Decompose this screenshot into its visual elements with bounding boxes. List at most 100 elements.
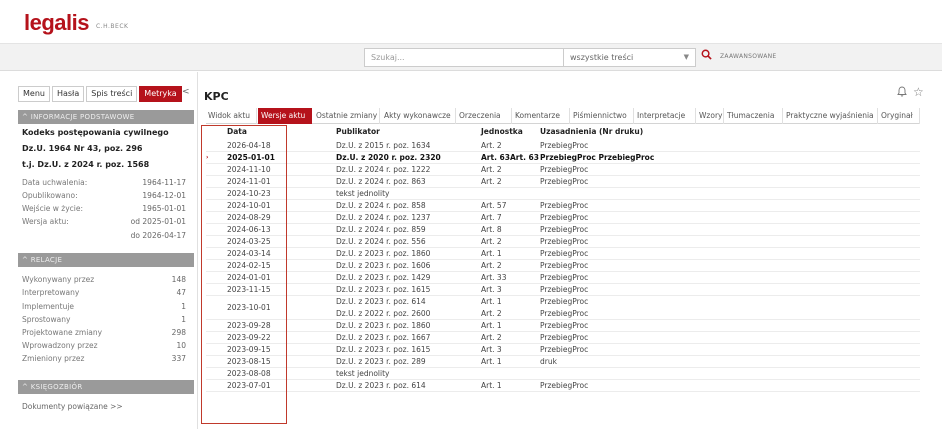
- table-row[interactable]: 2023-07-01 Dz.U. z 2023 r. poz. 614 Art. 1…: [206, 380, 920, 392]
- row-publikator[interactable]: Dz.U. z 2024 r. poz. 1237: [336, 213, 430, 222]
- sidebar-tab-metryka[interactable]: Metryka: [139, 86, 182, 102]
- table-row[interactable]: 2023-08-08 tekst jednolity: [206, 368, 920, 380]
- row-publikator[interactable]: Dz.U. z 2024 r. poz. 859: [336, 225, 426, 234]
- tab-wzory[interactable]: Wzory: [697, 108, 724, 124]
- row-uzasadnienia[interactable]: PrzebiegProc: [540, 285, 588, 294]
- row-uzasadnienia[interactable]: PrzebiegProc: [540, 273, 588, 282]
- table-row[interactable]: 2023-10-01 Dz.U. z 2023 r. poz. 614 Art. 1…: [206, 296, 920, 320]
- row-publikator[interactable]: Dz.U. z 2023 r. poz. 1860: [336, 249, 430, 258]
- row-publikator[interactable]: tekst jednolity: [336, 189, 389, 198]
- table-row[interactable]: › 2025-01-01 Dz.U. z 2020 r. poz. 2320 Art.…: [206, 152, 920, 164]
- table-row[interactable]: 2026-04-18 Dz.U. z 2015 r. poz. 1634 Art. …: [206, 140, 920, 152]
- row-publikator[interactable]: Dz.U. z 2020 r. poz. 2320: [336, 153, 441, 162]
- relation-zmieniony-przez[interactable]: Zmieniony przez 337: [22, 354, 186, 366]
- relation-projektowane-zmiany[interactable]: Projektowane zmiany 298: [22, 328, 186, 340]
- row-uzasadnienia[interactable]: PrzebiegProc: [540, 225, 588, 234]
- tab-widok-aktu[interactable]: Widok aktu: [206, 108, 257, 124]
- tab-pismiennictwo[interactable]: Piśmiennictwo: [571, 108, 634, 124]
- row-publikator[interactable]: Dz.U. z 2024 r. poz. 1222: [336, 165, 430, 174]
- row-publikator[interactable]: tekst jednolity: [336, 369, 389, 378]
- row-uzasadnienia[interactable]: PrzebiegProc: [540, 297, 588, 306]
- row-uzasadnienia[interactable]: PrzebiegProc: [540, 177, 588, 186]
- row-uzasadnienia[interactable]: PrzebiegProc: [540, 381, 588, 390]
- row-uzasadnienia[interactable]: PrzebiegProc: [540, 213, 588, 222]
- table-row[interactable]: 2023-08-15 Dz.U. z 2023 r. poz. 289 Art. 1…: [206, 356, 920, 368]
- table-row[interactable]: 2024-06-13 Dz.U. z 2024 r. poz. 859 Art. 8…: [206, 224, 920, 236]
- col-publikator[interactable]: Publikator: [336, 127, 380, 136]
- tab-tlumaczenia[interactable]: Tłumaczenia: [725, 108, 783, 124]
- row-publikator[interactable]: Dz.U. z 2023 r. poz. 1860: [336, 321, 430, 330]
- advanced-search-link[interactable]: ZAAWANSOWANE: [720, 53, 776, 60]
- row-uzasadnienia[interactable]: PrzebiegProc: [540, 345, 588, 354]
- caret-up-icon: ^: [22, 256, 29, 264]
- search-scope-select[interactable]: wszystkie treści ▼: [564, 48, 696, 67]
- search-icon[interactable]: [698, 48, 714, 67]
- tab-praktyczne-wyjasnienia[interactable]: Praktyczne wyjaśnienia: [784, 108, 878, 124]
- table-row[interactable]: 2024-11-10 Dz.U. z 2024 r. poz. 1222 Art. …: [206, 164, 920, 176]
- table-row[interactable]: 2024-01-01 Dz.U. z 2023 r. poz. 1429 Art. …: [206, 272, 920, 284]
- row-publikator[interactable]: Dz.U. z 2023 r. poz. 1606: [336, 261, 430, 270]
- sidebar-tab-menu[interactable]: Menu: [18, 86, 50, 102]
- row-publikator[interactable]: Dz.U. z 2023 r. poz. 1667: [336, 333, 430, 342]
- tab-ostatnie-zmiany[interactable]: Ostatnie zmiany: [314, 108, 380, 124]
- collapse-chevron-icon[interactable]: <: [182, 87, 190, 97]
- row-publikator[interactable]: Dz.U. z 2023 r. poz. 1429: [336, 273, 430, 282]
- tab-orzeczenia[interactable]: Orzeczenia: [457, 108, 512, 124]
- library-heading[interactable]: ^ KSIĘGOZBIÓR: [18, 380, 194, 394]
- basic-info-heading[interactable]: ^ INFORMACJE PODSTAWOWE: [18, 110, 194, 124]
- table-row[interactable]: 2023-11-15 Dz.U. z 2023 r. poz. 1615 Art. …: [206, 284, 920, 296]
- table-row[interactable]: 2023-09-22 Dz.U. z 2023 r. poz. 1667 Art. …: [206, 332, 920, 344]
- row-uzasadnienia[interactable]: PrzebiegProc: [540, 201, 588, 210]
- row-publikator[interactable]: Dz.U. z 2024 r. poz. 863: [336, 177, 426, 186]
- search-input[interactable]: Szukaj...: [364, 48, 564, 67]
- row-uzasadnienia[interactable]: PrzebiegProc: [540, 309, 588, 318]
- tab-komentarze[interactable]: Komentarze: [513, 108, 570, 124]
- bell-icon[interactable]: [897, 86, 907, 100]
- row-uzasadnienia[interactable]: PrzebiegProc: [540, 165, 588, 174]
- related-documents-link[interactable]: Dokumenty powiązane >>: [22, 402, 123, 411]
- row-uzasadnienia[interactable]: druk: [540, 357, 557, 366]
- row-publikator[interactable]: Dz.U. z 2023 r. poz. 1615: [336, 285, 430, 294]
- row-uzasadnienia[interactable]: PrzebiegProc: [540, 249, 588, 258]
- star-icon[interactable]: ☆: [913, 85, 924, 99]
- table-row[interactable]: 2024-02-15 Dz.U. z 2023 r. poz. 1606 Art. …: [206, 260, 920, 272]
- relations-heading[interactable]: ^ RELACJE: [18, 253, 194, 267]
- relation-wykonywany-przez[interactable]: Wykonywany przez 148: [22, 275, 186, 287]
- table-row[interactable]: 2024-03-25 Dz.U. z 2024 r. poz. 556 Art. 2…: [206, 236, 920, 248]
- tab-interpretacje[interactable]: Interpretacje: [635, 108, 696, 124]
- row-publikator[interactable]: Dz.U. z 2023 r. poz. 1615: [336, 345, 430, 354]
- table-row[interactable]: 2024-03-14 Dz.U. z 2023 r. poz. 1860 Art. …: [206, 248, 920, 260]
- relation-interpretowany[interactable]: Interpretowany 47: [22, 288, 186, 300]
- tab-akty-wykonawcze[interactable]: Akty wykonawcze: [382, 108, 456, 124]
- tab-wersje-aktu[interactable]: Wersje aktu: [258, 108, 312, 124]
- row-publikator[interactable]: Dz.U. z 2015 r. poz. 1634: [336, 141, 430, 150]
- row-uzasadnienia[interactable]: PrzebiegProc: [540, 261, 588, 270]
- row-jednostka: Art. 33: [481, 273, 507, 282]
- row-uzasadnienia[interactable]: PrzebiegProc: [540, 141, 588, 150]
- row-uzasadnienia[interactable]: PrzebiegProc PrzebiegProc: [540, 153, 654, 162]
- sidebar-tab-hasla[interactable]: Hasła: [51, 86, 85, 102]
- table-row[interactable]: 2024-08-29 Dz.U. z 2024 r. poz. 1237 Art. …: [206, 212, 920, 224]
- row-publikator[interactable]: Dz.U. z 2024 r. poz. 556: [336, 237, 426, 246]
- table-row[interactable]: 2024-10-23 tekst jednolity: [206, 188, 920, 200]
- row-uzasadnienia[interactable]: PrzebiegProc: [540, 333, 588, 342]
- relation-wprowadzony-przez[interactable]: Wprowadzony przez 10: [22, 341, 186, 353]
- row-publikator[interactable]: Dz.U. z 2023 r. poz. 614: [336, 297, 426, 306]
- table-row[interactable]: 2024-10-01 Dz.U. z 2024 r. poz. 858 Art. 5…: [206, 200, 920, 212]
- row-publikator[interactable]: Dz.U. z 2023 r. poz. 614: [336, 381, 426, 390]
- sidebar-tab-spis-tresci[interactable]: Spis treści: [86, 86, 138, 102]
- row-publikator[interactable]: Dz.U. z 2023 r. poz. 289: [336, 357, 426, 366]
- legalis-logo[interactable]: legalis: [24, 10, 89, 36]
- tab-oryginal[interactable]: Oryginał: [879, 108, 920, 124]
- table-row[interactable]: 2023-09-28 Dz.U. z 2023 r. poz. 1860 Art. …: [206, 320, 920, 332]
- table-row[interactable]: 2024-11-01 Dz.U. z 2024 r. poz. 863 Art. 2…: [206, 176, 920, 188]
- col-jednostka[interactable]: Jednostka: [481, 127, 523, 136]
- relation-sprostowany[interactable]: Sprostowany 1: [22, 315, 186, 327]
- relation-implementuje[interactable]: Implementuje 1: [22, 302, 186, 314]
- row-uzasadnienia[interactable]: PrzebiegProc: [540, 321, 588, 330]
- table-row[interactable]: 2023-09-15 Dz.U. z 2023 r. poz. 1615 Art. …: [206, 344, 920, 356]
- row-uzasadnienia[interactable]: PrzebiegProc: [540, 237, 588, 246]
- row-publikator[interactable]: Dz.U. z 2022 r. poz. 2600: [336, 309, 430, 318]
- col-uzasadnienia[interactable]: Uzasadnienia (Nr druku): [540, 127, 643, 136]
- row-publikator[interactable]: Dz.U. z 2024 r. poz. 858: [336, 201, 426, 210]
